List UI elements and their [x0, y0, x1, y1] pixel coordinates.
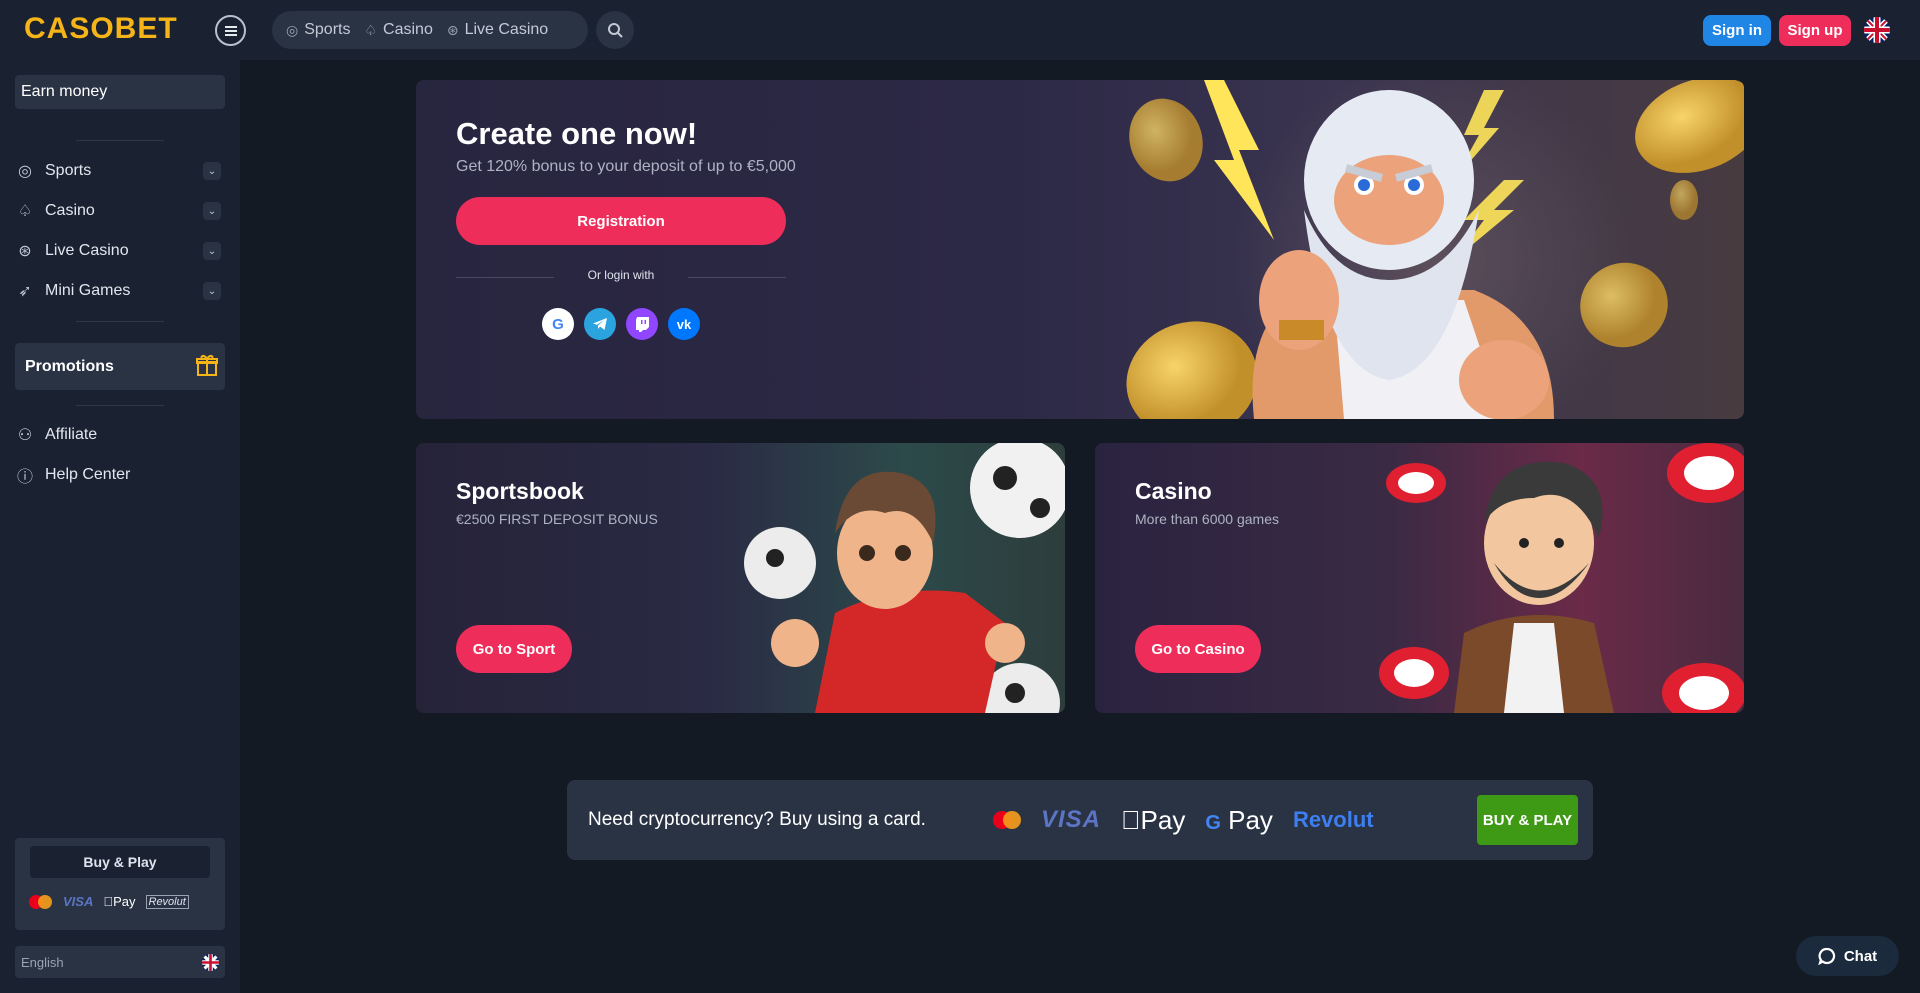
sidebar-divider	[76, 140, 164, 141]
spade-icon: ♤	[17, 203, 33, 220]
search-button[interactable]	[596, 11, 634, 49]
uk-flag-icon	[202, 954, 219, 971]
card-title: Casino	[1135, 478, 1212, 504]
hero-title: Create one now!	[456, 116, 698, 151]
sidebar-divider	[76, 405, 164, 406]
rocket-icon: ➶	[18, 283, 32, 300]
language-label: English	[21, 954, 64, 970]
mastercard-icon	[29, 894, 53, 909]
promotions-button[interactable]: Promotions	[15, 343, 225, 390]
sidebar-item-label: Live Casino	[45, 242, 129, 259]
chevron-down-icon[interactable]: ⌄	[203, 282, 221, 300]
nav-live-casino[interactable]: ⊛ Live Casino	[447, 21, 558, 39]
buy-play-panel: Buy & Play VISA Pay Revolut	[15, 838, 225, 930]
revolut-logo: Revolut	[145, 894, 189, 909]
language-selector[interactable]: English	[15, 946, 225, 978]
chevron-down-icon[interactable]: ⌄	[203, 162, 221, 180]
help-icon: ⓘ	[16, 469, 33, 486]
apple-icon: 	[1121, 805, 1141, 835]
menu-toggle-button[interactable]	[215, 15, 246, 46]
nav-casino-label: Casino	[383, 21, 433, 38]
sidebar-item-mini-games[interactable]: ➶ Mini Games ⌄	[15, 276, 225, 306]
chat-button[interactable]: Chat	[1796, 936, 1899, 976]
card-title: Sportsbook	[456, 478, 584, 504]
live-icon: ⊛	[18, 243, 32, 260]
affiliate-icon: ⚇	[17, 427, 33, 444]
casobet-logo[interactable]: CASOBET	[24, 12, 178, 46]
google-login-icon[interactable]: G	[542, 308, 574, 340]
google-pay-logo: G Pay	[1185, 804, 1273, 835]
sportsbook-card[interactable]: Sportsbook €2500 FIRST DEPOSIT BONUS Go …	[416, 443, 1065, 713]
sidebar-item-label: Mini Games	[45, 282, 131, 299]
apple-pay-logo: Pay	[1121, 804, 1185, 835]
revolut-logo: Revolut	[1273, 807, 1374, 832]
telegram-login-icon[interactable]	[584, 308, 616, 340]
visa-logo: VISA	[63, 894, 94, 909]
sidebar-item-sports[interactable]: ◎ Sports ⌄	[15, 156, 225, 186]
chevron-down-icon[interactable]: ⌄	[203, 202, 221, 220]
zeus-illustration	[1126, 80, 1744, 419]
sidebar-item-label: Help Center	[45, 466, 131, 483]
or-login-label: Or login with	[587, 268, 655, 282]
sidebar-item-casino[interactable]: ♤ Casino ⌄	[15, 196, 225, 226]
payment-logos: VISA Pay G Pay Revolut	[993, 802, 1374, 838]
sidebar-item-label: Sports	[45, 162, 92, 179]
buy-and-play-button[interactable]: BUY & PLAY	[1477, 795, 1578, 845]
croupier-illustration	[1379, 443, 1744, 713]
card-subtitle: More than 6000 games	[1135, 511, 1279, 527]
registration-banner: Create one now! Get 120% bonus to your d…	[416, 80, 1744, 419]
basketball-icon: ◎	[18, 163, 32, 180]
search-icon	[608, 23, 623, 38]
buy-play-button[interactable]: Buy & Play	[30, 846, 210, 878]
casino-card[interactable]: Casino More than 6000 games Go to Casino	[1095, 443, 1744, 713]
nav-live-casino-label: Live Casino	[464, 21, 549, 38]
payment-methods: VISA Pay Revolut	[29, 894, 189, 909]
vk-login-icon[interactable]: vk	[668, 308, 700, 340]
sidebar-item-label: Casino	[45, 202, 95, 219]
sign-in-button[interactable]: Sign in	[1703, 15, 1771, 46]
chevron-down-icon[interactable]: ⌄	[203, 242, 221, 260]
uk-flag-icon[interactable]	[1864, 17, 1890, 43]
twitch-login-icon[interactable]	[626, 308, 658, 340]
apple-pay-logo: Pay	[103, 894, 135, 909]
gift-icon	[195, 353, 219, 377]
earn-money-label: Earn money	[21, 83, 108, 100]
registration-button[interactable]: Registration	[456, 197, 786, 245]
chat-bubble-icon	[1818, 947, 1835, 965]
sidebar-item-help-center[interactable]: ⓘ Help Center	[15, 460, 225, 490]
crypto-prompt: Need cryptocurrency? Buy using a card.	[588, 809, 926, 830]
visa-logo: VISA	[1041, 806, 1102, 833]
go-to-casino-button[interactable]: Go to Casino	[1135, 625, 1261, 673]
crypto-purchase-bar: Need cryptocurrency? Buy using a card. V…	[567, 780, 1593, 860]
sidebar-item-live-casino[interactable]: ⊛ Live Casino ⌄	[15, 236, 225, 266]
mastercard-icon	[993, 811, 1021, 829]
nav-sports-label: Sports	[304, 21, 351, 38]
soccer-player-illustration	[744, 443, 1065, 713]
sign-up-button[interactable]: Sign up	[1779, 15, 1851, 46]
promotions-label: Promotions	[25, 357, 114, 375]
divider-line	[688, 277, 786, 278]
spade-icon: ♤	[364, 21, 378, 38]
basketball-icon: ◎	[286, 21, 299, 38]
nav-sports[interactable]: ◎ Sports	[286, 21, 360, 39]
sidebar: Earn money ◎ Sports ⌄ ♤ Casino ⌄ ⊛ Live …	[0, 60, 240, 993]
chat-label: Chat	[1843, 947, 1878, 965]
top-nav: ◎ Sports ♤ Casino ⊛ Live Casino	[272, 11, 588, 49]
nav-casino[interactable]: ♤ Casino	[364, 21, 442, 39]
hero-subtitle: Get 120% bonus to your deposit of up to …	[456, 158, 796, 175]
hamburger-icon	[224, 29, 237, 32]
apple-icon: 	[103, 894, 113, 909]
google-icon: G	[1205, 812, 1221, 834]
go-to-sport-button[interactable]: Go to Sport	[456, 625, 572, 673]
sidebar-item-label: Affiliate	[45, 426, 98, 443]
earn-money-button[interactable]: Earn money	[15, 75, 225, 109]
sidebar-divider	[76, 321, 164, 322]
sidebar-item-affiliate[interactable]: ⚇ Affiliate	[15, 420, 225, 450]
top-header: CASOBET ◎ Sports ♤ Casino ⊛ Live Casino …	[0, 0, 1920, 60]
card-subtitle: €2500 FIRST DEPOSIT BONUS	[456, 511, 658, 527]
live-icon: ⊛	[446, 21, 459, 38]
